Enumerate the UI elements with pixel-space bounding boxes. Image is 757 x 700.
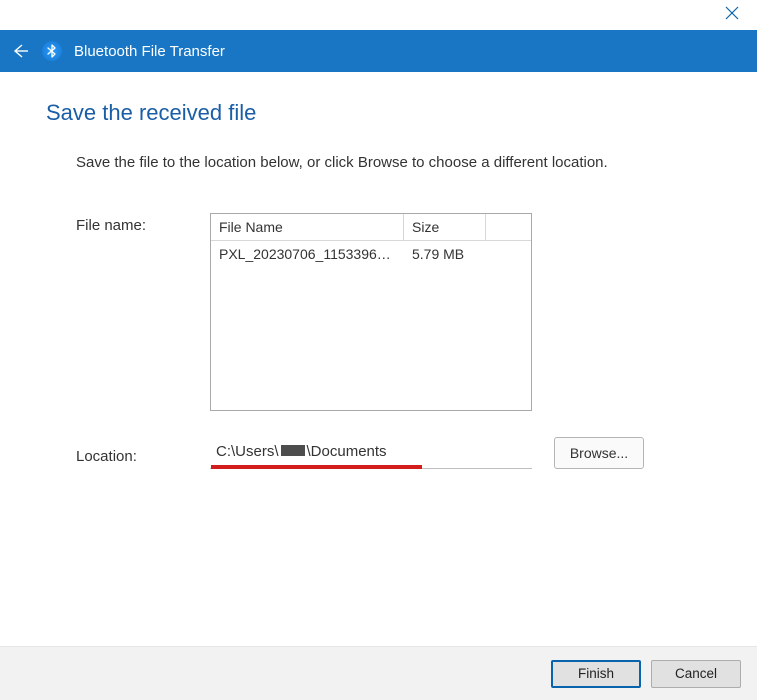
table-row[interactable]: PXL_20230706_115339693.... 5.79 MB bbox=[211, 241, 531, 267]
location-label: Location: bbox=[76, 442, 210, 465]
file-list[interactable]: File Name Size PXL_20230706_115339693...… bbox=[210, 213, 532, 411]
back-arrow-icon[interactable] bbox=[10, 41, 30, 61]
file-cell-size: 5.79 MB bbox=[404, 241, 486, 267]
close-icon[interactable] bbox=[725, 6, 739, 24]
bluetooth-icon bbox=[42, 41, 62, 61]
location-prefix: C:\Users\ bbox=[216, 443, 279, 460]
annotation-underline bbox=[211, 465, 422, 469]
finish-button[interactable]: Finish bbox=[551, 660, 641, 688]
redacted-username bbox=[281, 445, 305, 456]
instruction-text: Save the file to the location below, or … bbox=[76, 154, 711, 171]
wizard-header: Bluetooth File Transfer bbox=[0, 30, 757, 72]
cancel-button[interactable]: Cancel bbox=[651, 660, 741, 688]
location-input[interactable]: C:\Users\ \Documents bbox=[210, 437, 532, 469]
window-title: Bluetooth File Transfer bbox=[74, 43, 225, 60]
file-name-row: File name: File Name Size PXL_20230706_1… bbox=[76, 213, 711, 411]
column-header-size[interactable]: Size bbox=[404, 214, 486, 240]
titlebar bbox=[0, 0, 757, 30]
column-header-name[interactable]: File Name bbox=[211, 214, 404, 240]
file-cell-name: PXL_20230706_115339693.... bbox=[211, 241, 404, 267]
location-suffix: \Documents bbox=[307, 443, 387, 460]
column-header-end bbox=[486, 214, 531, 240]
wizard-footer: Finish Cancel bbox=[0, 646, 757, 700]
file-name-label: File name: bbox=[76, 213, 210, 234]
browse-button[interactable]: Browse... bbox=[554, 437, 644, 469]
page-heading: Save the received file bbox=[46, 100, 711, 126]
file-list-header: File Name Size bbox=[211, 214, 531, 241]
content-area: Save the received file Save the file to … bbox=[0, 72, 757, 469]
location-row: Location: C:\Users\ \Documents Browse... bbox=[76, 437, 711, 469]
